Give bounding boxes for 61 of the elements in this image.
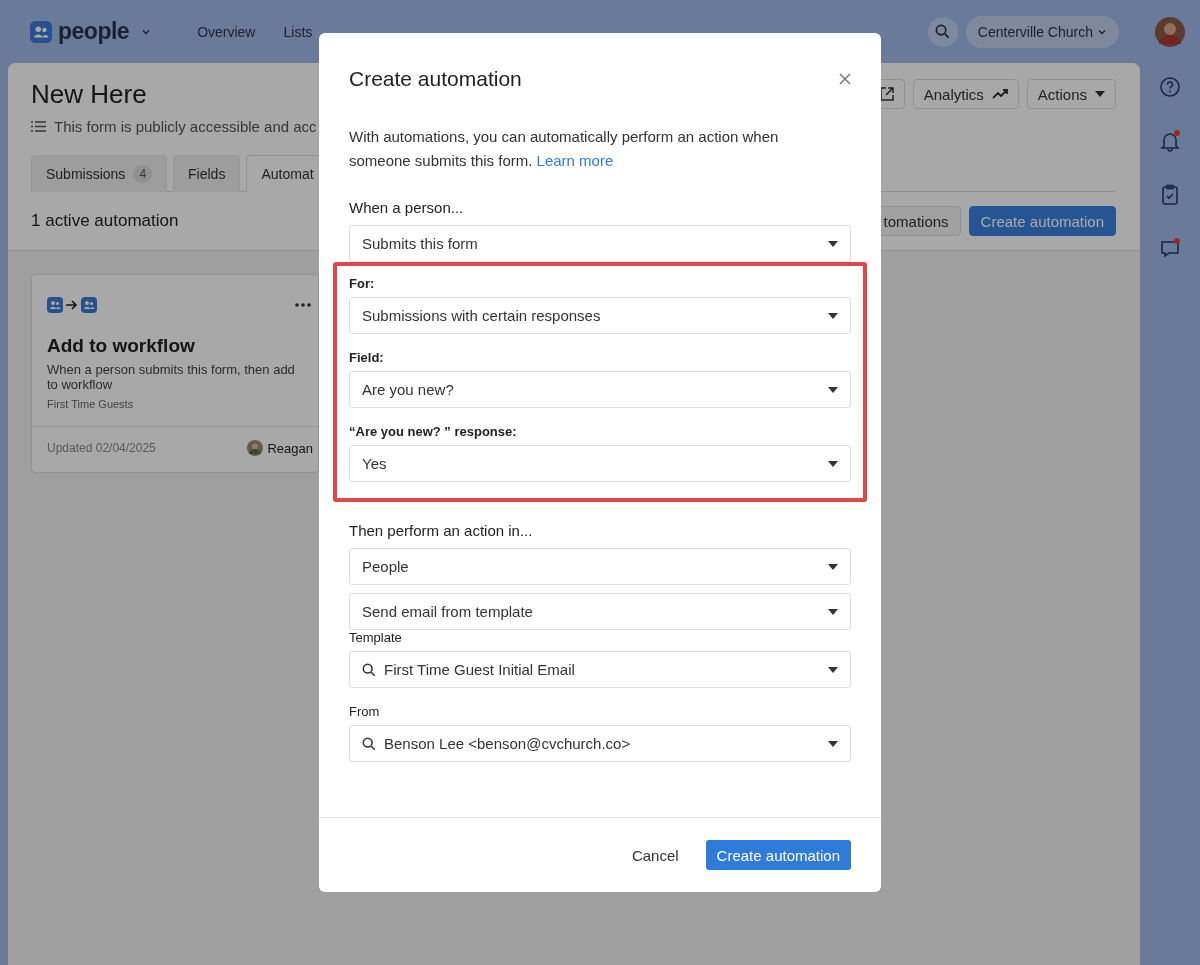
dropdown-caret-icon — [828, 312, 838, 319]
people-to-people-icon — [47, 297, 97, 313]
people-logo-icon — [30, 20, 52, 43]
analytics-button[interactable]: Analytics — [912, 79, 1019, 109]
search-button[interactable] — [927, 16, 958, 47]
automation-count: 1 active automation — [31, 211, 179, 231]
select-field[interactable]: Benson Lee <benson@cvchurch.co> — [349, 725, 851, 762]
create-automation-button[interactable]: Create automation — [705, 840, 851, 870]
card-title: Add to workflow — [47, 335, 196, 357]
field-label: From — [349, 704, 381, 719]
search-icon — [362, 662, 376, 677]
form-title: New Here — [31, 79, 148, 110]
dropdown-caret-icon — [828, 740, 838, 747]
owner-name: Reagan — [267, 440, 313, 456]
field-label: Template — [349, 630, 403, 645]
more-icon[interactable] — [295, 303, 311, 307]
workflow-name: First Time Guests — [47, 398, 135, 410]
select-field[interactable]: Submits this form — [349, 225, 851, 262]
user-avatar[interactable] — [1155, 16, 1185, 47]
external-link-icon — [879, 87, 894, 101]
dropdown-caret-icon — [828, 563, 838, 570]
bell-icon[interactable] — [1158, 129, 1182, 153]
select-field[interactable]: Send email from template — [349, 593, 851, 630]
select-field[interactable]: Yes — [349, 445, 851, 482]
page-tab[interactable]: Submissions 4 — [31, 155, 168, 192]
dropdown-caret-icon — [828, 240, 838, 247]
select-field[interactable]: First Time Guest Initial Email — [349, 651, 851, 688]
learn-more-link[interactable]: Learn more — [536, 152, 614, 169]
nav-tab[interactable]: Overview — [185, 15, 268, 48]
modal-title: Create automation — [349, 67, 522, 91]
search-icon — [362, 736, 376, 751]
organization-dropdown[interactable]: Centerville Church — [965, 15, 1119, 48]
modal-description: With automations, you can automatically perform an action when someone submits this form. Learn more — [349, 127, 780, 171]
page-tab[interactable]: Fields — [173, 155, 241, 192]
actions-button[interactable]: Actions — [1026, 79, 1116, 109]
select-field[interactable]: Submissions with certain responses — [349, 297, 851, 334]
card-description: When a person submits this form, then add to workflow — [47, 362, 296, 392]
dropdown-caret-icon — [828, 386, 838, 393]
field-label: Then perform an action in... — [349, 522, 534, 539]
cancel-button[interactable]: Cancel — [620, 840, 690, 870]
automation-card[interactable]: Add to workflow When a person submits this form, then add to workflow First Time Guests Updated 02/04/2025 Reagan — [31, 274, 319, 473]
select-field[interactable]: People — [349, 548, 851, 585]
count-badge: 4 — [133, 165, 153, 183]
field-label: “Are you new? ” response: — [349, 424, 518, 439]
trend-icon — [991, 89, 1008, 99]
field-label: For: — [349, 276, 376, 291]
owner-avatar — [247, 440, 264, 456]
list-icon — [31, 121, 46, 132]
updated-date: Updated 02/04/2025 — [47, 441, 156, 455]
close-icon — [839, 73, 851, 85]
dropdown-caret-icon — [828, 460, 838, 467]
select-field[interactable]: Are you new? — [349, 371, 851, 408]
field-label: Field: — [349, 350, 385, 365]
field-label: When a person... — [349, 199, 465, 216]
app-name: people — [58, 18, 130, 45]
dropdown-caret-icon — [1095, 91, 1105, 97]
search-icon — [935, 24, 951, 39]
dropdown-caret-icon — [828, 608, 838, 615]
help-icon[interactable] — [1158, 75, 1182, 99]
dropdown-caret-icon — [828, 666, 838, 673]
form-subtitle: This form is publicly accessible and acc — [54, 118, 317, 135]
